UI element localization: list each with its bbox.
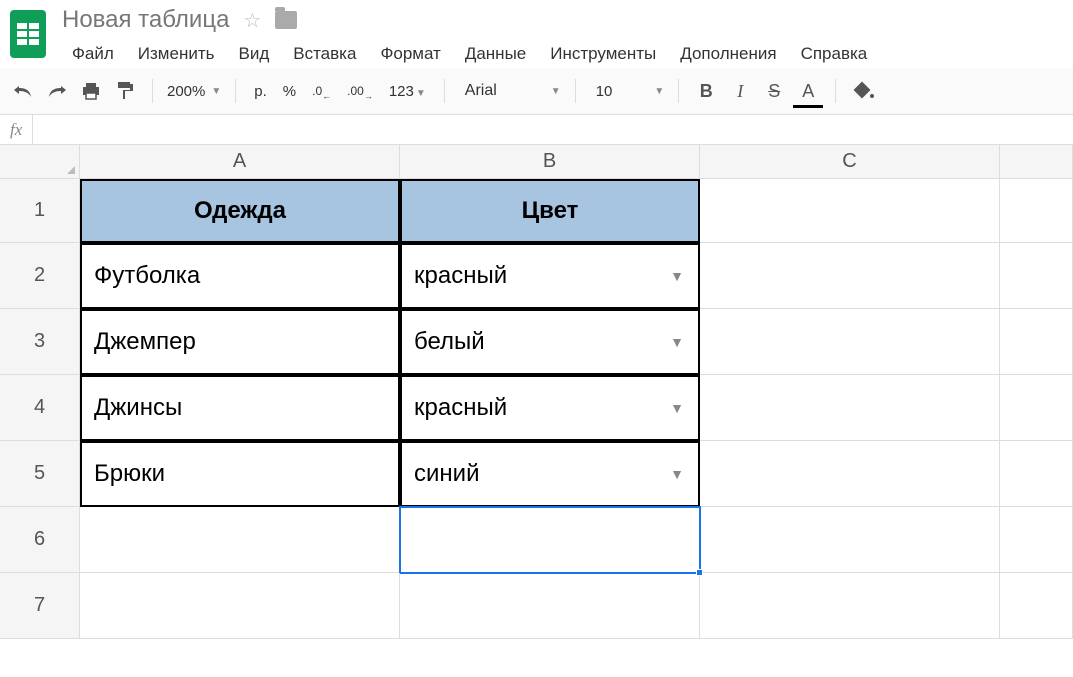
cell-b6[interactable] bbox=[400, 507, 700, 573]
cell-a3[interactable]: Джемпер bbox=[80, 309, 400, 375]
cell-d3[interactable] bbox=[1000, 309, 1073, 375]
menu-data[interactable]: Данные bbox=[455, 40, 536, 68]
cell-d1[interactable] bbox=[1000, 179, 1073, 243]
menu-format[interactable]: Формат bbox=[370, 40, 450, 68]
cell-c2[interactable] bbox=[700, 243, 1000, 309]
cell-value: красный bbox=[414, 262, 507, 290]
cell-c7[interactable] bbox=[700, 573, 1000, 639]
row-header-4[interactable]: 4 bbox=[0, 375, 80, 441]
cell-a2[interactable]: Футболка bbox=[80, 243, 400, 309]
menu-bar: Файл Изменить Вид Вставка Формат Данные … bbox=[62, 40, 877, 68]
redo-icon[interactable] bbox=[44, 78, 70, 104]
cell-d4[interactable] bbox=[1000, 375, 1073, 441]
cell-value: синий bbox=[414, 460, 479, 488]
sheets-logo-icon[interactable] bbox=[10, 10, 46, 58]
row-header-6[interactable]: 6 bbox=[0, 507, 80, 573]
cell-a4[interactable]: Джинсы bbox=[80, 375, 400, 441]
formula-bar: fx bbox=[0, 115, 1073, 145]
font-family-select[interactable]: Arial ▼ bbox=[459, 82, 561, 100]
print-icon[interactable] bbox=[78, 78, 104, 104]
font-name-value: Arial bbox=[459, 82, 503, 100]
cell-c4[interactable] bbox=[700, 375, 1000, 441]
cell-d7[interactable] bbox=[1000, 573, 1073, 639]
cell-a7[interactable] bbox=[80, 573, 400, 639]
cell-d5[interactable] bbox=[1000, 441, 1073, 507]
bold-button[interactable]: B bbox=[693, 78, 719, 104]
column-header-d[interactable] bbox=[1000, 145, 1073, 179]
caret-down-icon: ▼ bbox=[654, 86, 664, 97]
dropdown-arrow-icon[interactable]: ▼ bbox=[670, 466, 684, 482]
fill-color-button[interactable] bbox=[850, 78, 876, 104]
star-icon[interactable]: ☆ bbox=[243, 8, 261, 33]
cell-c3[interactable] bbox=[700, 309, 1000, 375]
menu-addons[interactable]: Дополнения bbox=[670, 40, 786, 68]
row-header-1[interactable]: 1 bbox=[0, 179, 80, 243]
cell-a6[interactable] bbox=[80, 507, 400, 573]
cell-b7[interactable] bbox=[400, 573, 700, 639]
cell-value: белый bbox=[414, 328, 485, 356]
document-title[interactable]: Новая таблица bbox=[62, 6, 229, 34]
increase-decimal-button[interactable]: .00→ bbox=[343, 82, 377, 101]
dropdown-arrow-icon[interactable]: ▼ bbox=[670, 334, 684, 350]
font-size-select[interactable]: 10 ▼ bbox=[590, 83, 665, 100]
paint-format-icon[interactable] bbox=[112, 78, 138, 104]
caret-down-icon: ▼ bbox=[211, 86, 221, 97]
spreadsheet-grid[interactable]: A B C 1 Одежда Цвет 2 Футболка красный ▼… bbox=[0, 145, 1073, 639]
cell-b5[interactable]: синий ▼ bbox=[400, 441, 700, 507]
cell-b2[interactable]: красный ▼ bbox=[400, 243, 700, 309]
italic-button[interactable]: I bbox=[727, 78, 753, 104]
menu-insert[interactable]: Вставка bbox=[283, 40, 366, 68]
cell-c1[interactable] bbox=[700, 179, 1000, 243]
column-header-b[interactable]: B bbox=[400, 145, 700, 179]
row-header-3[interactable]: 3 bbox=[0, 309, 80, 375]
cell-d6[interactable] bbox=[1000, 507, 1073, 573]
row-header-7[interactable]: 7 bbox=[0, 573, 80, 639]
menu-help[interactable]: Справка bbox=[791, 40, 878, 68]
more-formats-button[interactable]: 123▼ bbox=[385, 83, 430, 100]
formula-input[interactable] bbox=[33, 115, 1073, 144]
cell-c6[interactable] bbox=[700, 507, 1000, 573]
strikethrough-button[interactable]: S bbox=[761, 78, 787, 104]
menu-tools[interactable]: Инструменты bbox=[540, 40, 666, 68]
format-currency-button[interactable]: р. bbox=[250, 83, 271, 100]
format-percent-button[interactable]: % bbox=[279, 83, 300, 100]
selection-handle[interactable] bbox=[696, 569, 703, 576]
menu-file[interactable]: Файл bbox=[62, 40, 124, 68]
text-color-button[interactable]: A bbox=[795, 78, 821, 104]
font-size-value: 10 bbox=[590, 83, 619, 100]
cell-value: красный bbox=[414, 394, 507, 422]
dropdown-arrow-icon[interactable]: ▼ bbox=[670, 400, 684, 416]
dropdown-arrow-icon[interactable]: ▼ bbox=[670, 268, 684, 284]
menu-view[interactable]: Вид bbox=[228, 40, 279, 68]
column-header-c[interactable]: C bbox=[700, 145, 1000, 179]
row-header-2[interactable]: 2 bbox=[0, 243, 80, 309]
zoom-value: 200% bbox=[167, 83, 205, 100]
select-all-corner[interactable] bbox=[0, 145, 80, 179]
cell-b4[interactable]: красный ▼ bbox=[400, 375, 700, 441]
cell-d2[interactable] bbox=[1000, 243, 1073, 309]
cell-a1[interactable]: Одежда bbox=[80, 179, 400, 243]
cell-b3[interactable]: белый ▼ bbox=[400, 309, 700, 375]
cell-a5[interactable]: Брюки bbox=[80, 441, 400, 507]
caret-down-icon: ▼ bbox=[551, 86, 561, 97]
fx-icon: fx bbox=[0, 115, 33, 144]
column-header-a[interactable]: A bbox=[80, 145, 400, 179]
decrease-decimal-button[interactable]: .0← bbox=[308, 82, 335, 101]
zoom-select[interactable]: 200% ▼ bbox=[167, 83, 221, 100]
cell-c5[interactable] bbox=[700, 441, 1000, 507]
move-folder-icon[interactable] bbox=[275, 11, 297, 29]
menu-edit[interactable]: Изменить bbox=[128, 40, 225, 68]
row-header-5[interactable]: 5 bbox=[0, 441, 80, 507]
cell-b1[interactable]: Цвет bbox=[400, 179, 700, 243]
title-bar: Новая таблица ☆ Файл Изменить Вид Вставк… bbox=[0, 0, 1073, 68]
toolbar: 200% ▼ р. % .0← .00→ 123▼ Arial ▼ 10 ▼ B… bbox=[0, 68, 1073, 115]
undo-icon[interactable] bbox=[10, 78, 36, 104]
